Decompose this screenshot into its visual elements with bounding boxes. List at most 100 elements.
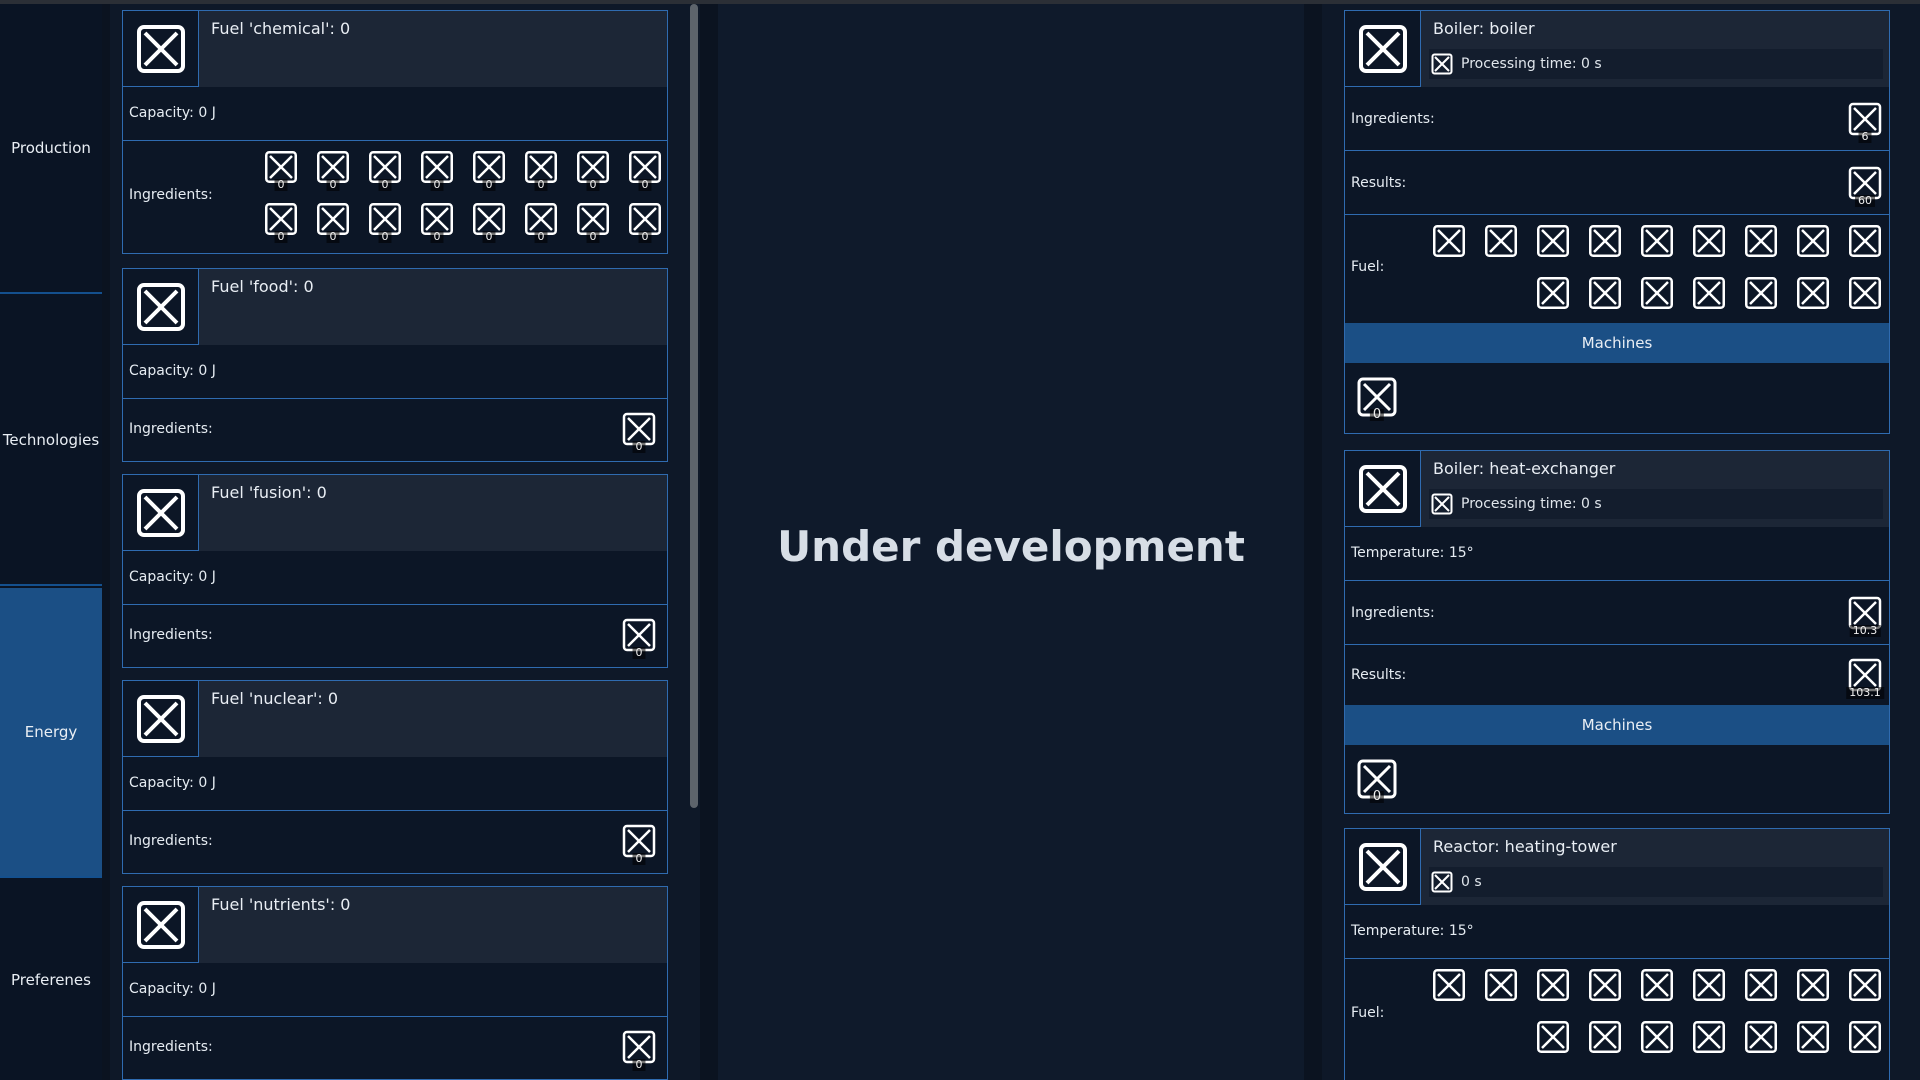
missing-image-icon[interactable]	[1635, 963, 1679, 1007]
fuel-list-panel[interactable]: Fuel 'chemical': 0 Capacity: 0 J Ingredi…	[110, 4, 700, 1080]
sidebar-item-production[interactable]: Production	[0, 4, 102, 294]
missing-image-icon[interactable]: 0	[363, 197, 407, 243]
machine-list-panel[interactable]: Boiler: boiler Processing time: 0 s Ingr…	[1322, 4, 1920, 1080]
fuel-label: Fuel:	[1351, 259, 1385, 275]
missing-image-icon[interactable]: 103.1	[1843, 653, 1887, 699]
missing-image-icon[interactable]: 0	[617, 407, 661, 453]
missing-image-icon[interactable]: 60	[1843, 161, 1887, 207]
missing-image-icon[interactable]	[1531, 1015, 1575, 1059]
missing-image-icon[interactable]	[1843, 1015, 1887, 1059]
missing-image-icon[interactable]: 0	[617, 1025, 661, 1071]
missing-image-icon[interactable]: 0	[467, 197, 511, 243]
sidebar-item-technologies[interactable]: Technologies	[0, 296, 102, 586]
missing-image-icon[interactable]: 0	[571, 145, 615, 191]
missing-image-icon[interactable]	[1531, 219, 1575, 263]
missing-image-icon[interactable]	[1687, 963, 1731, 1007]
card-title-box: Reactor: heating-tower 0 s	[1421, 829, 1889, 905]
missing-image-icon[interactable]	[1791, 963, 1835, 1007]
ingredient-count: 0	[534, 231, 548, 243]
card-header: Boiler: heat-exchanger Processing time: …	[1345, 451, 1889, 527]
missing-image-icon[interactable]	[1635, 219, 1679, 263]
missing-image-icon[interactable]	[1531, 271, 1575, 315]
missing-image-icon[interactable]: 10.3	[1843, 591, 1887, 637]
clock-missing-icon	[1431, 871, 1453, 893]
result-count: 103.1	[1846, 687, 1884, 699]
missing-image-icon[interactable]	[1427, 963, 1471, 1007]
fuel-card-nutrients: Fuel 'nutrients': 0 Capacity: 0 J Ingred…	[122, 886, 668, 1080]
missing-image-icon[interactable]	[1791, 271, 1835, 315]
machines-label: Machines	[1581, 716, 1653, 734]
results-label: Results:	[1351, 667, 1407, 683]
missing-image-icon[interactable]: 0	[259, 197, 303, 243]
capacity-label: Capacity: 0 J	[129, 569, 216, 585]
ingredient-count: 0	[378, 179, 392, 191]
missing-image-icon[interactable]: 0	[1355, 757, 1399, 803]
missing-image-icon[interactable]	[1583, 963, 1627, 1007]
missing-image-icon[interactable]	[1583, 271, 1627, 315]
missing-image-icon[interactable]	[1687, 219, 1731, 263]
missing-image-icon[interactable]	[1791, 219, 1835, 263]
missing-image-icon[interactable]	[1791, 1015, 1835, 1059]
capacity-row: Capacity: 0 J	[123, 757, 667, 811]
temperature-label: Temperature: 15°	[1351, 923, 1474, 939]
machine-card-boiler: Boiler: boiler Processing time: 0 s Ingr…	[1344, 10, 1890, 434]
missing-image-icon[interactable]	[1531, 963, 1575, 1007]
middle-panel: Under development	[718, 4, 1304, 1080]
results-row: Results: 103.1	[1345, 645, 1889, 705]
missing-image-icon[interactable]	[1843, 219, 1887, 263]
results-row: Results: 60	[1345, 151, 1889, 215]
missing-image-icon[interactable]	[1739, 963, 1783, 1007]
missing-image-icon[interactable]: 6	[1843, 97, 1887, 143]
missing-image-icon	[123, 269, 199, 345]
sidebar-item-energy[interactable]: Energy	[0, 588, 102, 878]
missing-image-icon[interactable]	[1843, 963, 1887, 1007]
fuel-title: Fuel 'fusion': 0	[211, 483, 327, 502]
card-header: Fuel 'food': 0	[123, 269, 667, 345]
card-title-box: Fuel 'nutrients': 0	[199, 887, 667, 963]
missing-image-icon[interactable]: 0	[415, 145, 459, 191]
capacity-label: Capacity: 0 J	[129, 363, 216, 379]
missing-image-icon[interactable]	[1583, 219, 1627, 263]
missing-image-icon[interactable]	[1635, 1015, 1679, 1059]
missing-image-icon	[1345, 451, 1421, 527]
card-title-box: Fuel 'food': 0	[199, 269, 667, 345]
missing-image-icon	[1345, 11, 1421, 87]
missing-image-icon[interactable]: 0	[311, 197, 355, 243]
missing-image-icon[interactable]	[1739, 1015, 1783, 1059]
missing-image-icon[interactable]	[1739, 219, 1783, 263]
ingredient-count: 0	[632, 1059, 646, 1071]
clock-missing-icon	[1431, 493, 1453, 515]
capacity-row: Capacity: 0 J	[123, 87, 667, 141]
missing-image-icon[interactable]	[1843, 271, 1887, 315]
missing-image-icon[interactable]: 0	[1355, 375, 1399, 421]
missing-image-icon[interactable]: 0	[617, 819, 661, 865]
missing-image-icon[interactable]	[1635, 271, 1679, 315]
missing-image-icon[interactable]	[1427, 219, 1471, 263]
ingredients-label: Ingredients:	[1351, 111, 1435, 127]
machines-row: 0	[1345, 745, 1889, 813]
missing-image-icon[interactable]	[1583, 1015, 1627, 1059]
missing-image-icon[interactable]: 0	[617, 613, 661, 659]
missing-image-icon[interactable]	[1479, 219, 1523, 263]
missing-image-icon[interactable]: 0	[519, 197, 563, 243]
missing-image-icon[interactable]: 0	[623, 197, 667, 243]
missing-image-icon[interactable]	[1687, 271, 1731, 315]
missing-image-icon[interactable]: 0	[571, 197, 615, 243]
left-scrollbar[interactable]	[690, 4, 698, 808]
card-title-box: Boiler: boiler Processing time: 0 s	[1421, 11, 1889, 87]
missing-image-icon[interactable]: 0	[519, 145, 563, 191]
machine-card-heating-tower: Reactor: heating-tower 0 s Temperature: …	[1344, 828, 1890, 1080]
missing-image-icon[interactable]: 0	[311, 145, 355, 191]
missing-image-icon[interactable]: 0	[259, 145, 303, 191]
missing-image-icon[interactable]: 0	[363, 145, 407, 191]
missing-image-icon[interactable]	[1479, 963, 1523, 1007]
ingredients-label: Ingredients:	[129, 187, 213, 203]
sidebar-item-preferences[interactable]: Preferenes	[0, 880, 102, 1080]
missing-image-icon[interactable]	[1687, 1015, 1731, 1059]
machines-header: Machines	[1345, 323, 1889, 363]
missing-image-icon[interactable]	[1739, 271, 1783, 315]
missing-image-icon[interactable]: 0	[623, 145, 667, 191]
missing-image-icon[interactable]: 0	[415, 197, 459, 243]
machine-title: Reactor: heating-tower	[1433, 837, 1617, 856]
missing-image-icon[interactable]: 0	[467, 145, 511, 191]
